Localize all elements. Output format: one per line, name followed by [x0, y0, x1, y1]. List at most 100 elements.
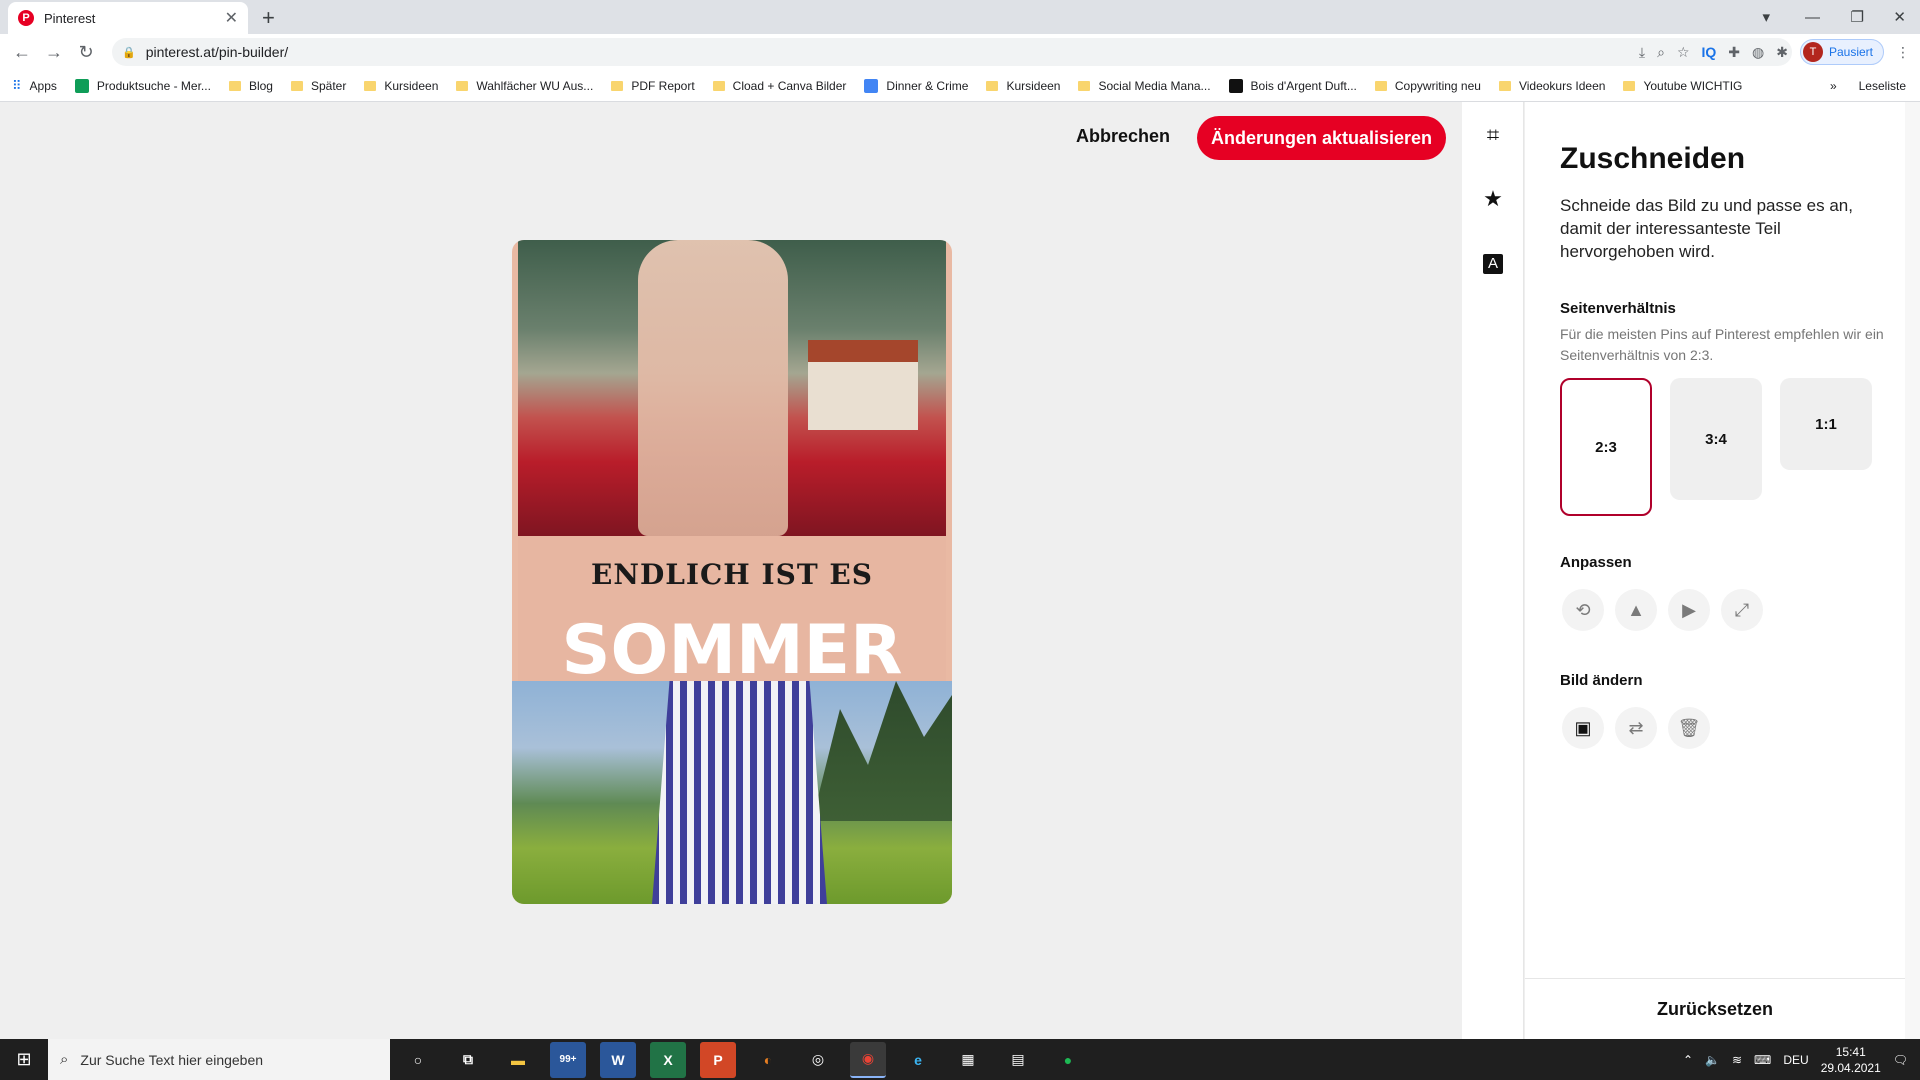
spotify-icon[interactable]: ● — [1050, 1042, 1086, 1078]
bookmark-item[interactable]: Bois d'Argent Duft... — [1228, 78, 1357, 93]
apps-grid-icon: ⠿ — [12, 77, 22, 93]
bookmark-item[interactable]: Blog — [228, 79, 273, 93]
bookmark-item[interactable]: Dinner & Crime — [864, 78, 968, 93]
windows-start-icon[interactable]: ⊞ — [0, 1039, 48, 1080]
page-scrollbar[interactable] — [1905, 102, 1920, 1039]
language-indicator[interactable]: DEU — [1783, 1053, 1808, 1067]
chrome-icon[interactable]: ◉ — [850, 1041, 886, 1078]
replace-image-icon[interactable]: ⇄ — [1615, 707, 1657, 749]
bookmark-item[interactable]: Copywriting neu — [1374, 79, 1481, 93]
bookmark-label: Produktsuche - Mer... — [96, 78, 211, 93]
extension-adblock-icon[interactable]: ◍ — [1752, 44, 1764, 61]
ratio-1-1-button[interactable]: 1:1 — [1780, 378, 1872, 470]
bookmark-item[interactable]: Cload + Canva Bilder — [712, 79, 846, 93]
bookmark-label: Social Media Mana... — [1098, 78, 1211, 93]
menu-kebab-icon[interactable]: ⋮ — [1896, 44, 1910, 61]
mail-icon[interactable]: 99+ — [550, 1041, 586, 1078]
update-changes-button[interactable]: Änderungen aktualisieren — [1197, 116, 1447, 160]
url-text: pinterest.at/pin-builder/ — [145, 44, 289, 60]
tab-search-icon[interactable]: ▾ — [1762, 0, 1770, 34]
expand-icon[interactable]: ⤢ — [1721, 589, 1763, 631]
crop-icon[interactable]: ⌗ — [1462, 122, 1524, 148]
flip-vertical-icon[interactable]: ▲ — [1615, 589, 1657, 631]
star-icon[interactable]: ★ — [1462, 186, 1524, 212]
keyboard-icon[interactable]: ⌨ — [1754, 1053, 1771, 1067]
cortana-icon[interactable]: ○ — [400, 1042, 436, 1078]
rotate-icon[interactable]: ⟲ — [1562, 589, 1604, 631]
cancel-button[interactable]: Abbrechen — [1066, 116, 1180, 156]
window-close-icon[interactable]: ✕ — [1893, 0, 1906, 34]
bookmark-item[interactable]: Wahlfächer WU Aus... — [456, 79, 593, 93]
app-icon[interactable]: ▦ — [950, 1042, 986, 1078]
install-icon[interactable]: ⤓ — [1639, 44, 1645, 61]
pin-image-preview[interactable]: ENDLICH IST ES SOMMER — [512, 240, 952, 904]
obs-icon[interactable]: ◎ — [800, 1042, 836, 1078]
folder-icon — [1078, 80, 1091, 91]
browser-tab-pinterest[interactable]: P Pinterest ✕ — [8, 2, 248, 34]
pin-builder-page: Abbrechen Änderungen aktualisieren ENDLI… — [0, 102, 1920, 1039]
bookmark-site-icon — [74, 78, 89, 93]
windows-taskbar: ⊞ ⌕ Zur Suche Text hier eingeben ○ ⧉ ▬ 9… — [0, 1039, 1920, 1080]
folder-icon — [364, 80, 377, 91]
pin-subtitle: ENDLICH IST ES — [591, 558, 873, 591]
bookmark-item[interactable]: Später — [290, 79, 346, 93]
back-icon[interactable]: ← — [6, 42, 38, 63]
taskbar-search-input[interactable]: ⌕ Zur Suche Text hier eingeben — [48, 1039, 390, 1080]
clock[interactable]: 15:41 29.04.2021 — [1821, 1044, 1881, 1076]
folder-icon — [1374, 80, 1387, 91]
panel-footer: Zurücksetzen — [1525, 978, 1905, 1039]
pinterest-favicon-icon: P — [18, 10, 34, 26]
bookmark-item[interactable]: Kursideen — [364, 79, 438, 93]
bookmark-item[interactable]: Youtube WICHTIG — [1623, 79, 1742, 93]
excel-icon[interactable]: X — [650, 1041, 686, 1078]
bookmark-item[interactable]: Social Media Mana... — [1078, 78, 1211, 93]
bookmark-item[interactable]: Videokurs Ideen — [1498, 79, 1605, 93]
powerpoint-icon[interactable]: P — [700, 1041, 736, 1078]
notification-icon[interactable]: 🗨 — [1893, 1053, 1908, 1067]
bookmark-item[interactable]: ⠿ Apps — [12, 78, 57, 94]
pin-photo-top — [518, 240, 946, 536]
notepad-icon[interactable]: ▤ — [1000, 1042, 1036, 1078]
more-bookmarks-icon[interactable]: » — [1830, 79, 1837, 93]
extension-icon[interactable]: ✚ — [1728, 44, 1740, 61]
profile-button[interactable]: T Pausiert — [1799, 39, 1884, 65]
image-icon[interactable]: ▣ — [1562, 707, 1604, 749]
clock-time: 15:41 — [1835, 1044, 1866, 1059]
task-view-icon[interactable]: ⧉ — [450, 1042, 486, 1078]
forward-icon[interactable]: → — [38, 42, 70, 63]
close-tab-icon[interactable]: ✕ — [225, 8, 238, 28]
bookmark-item[interactable]: Kursideen — [986, 79, 1060, 93]
reload-icon[interactable]: ↻ — [70, 42, 102, 63]
wifi-icon[interactable]: ≋ — [1732, 1053, 1742, 1067]
volume-icon[interactable]: 🔈 — [1705, 1053, 1720, 1067]
reset-button[interactable]: Zurücksetzen — [1657, 999, 1773, 1020]
app-icon[interactable]: ◐ — [750, 1042, 786, 1078]
trash-icon[interactable]: 🗑 — [1668, 707, 1710, 749]
edge-icon[interactable]: e — [900, 1042, 936, 1078]
zoom-icon[interactable]: ⌕ — [1657, 44, 1665, 61]
crop-panel: Zuschneiden Schneide das Bild zu und pas… — [1525, 102, 1905, 1039]
ratio-3-4-button[interactable]: 3:4 — [1670, 378, 1762, 500]
minimize-icon[interactable]: — — [1805, 0, 1820, 34]
text-icon[interactable]: A — [1462, 248, 1524, 274]
bookmark-star-icon[interactable]: ☆ — [1677, 44, 1690, 61]
new-tab-button[interactable]: + — [262, 5, 275, 31]
flip-horizontal-icon[interactable]: ▶ — [1668, 589, 1710, 631]
tray-chevron-icon[interactable]: ⌃ — [1683, 1053, 1693, 1067]
file-explorer-icon[interactable]: ▬ — [500, 1042, 536, 1078]
extension-iq-icon[interactable]: IQ — [1702, 44, 1717, 60]
ratio-2-3-button[interactable]: 2:3 — [1560, 378, 1652, 516]
pin-text-band: ENDLICH IST ES SOMMER — [518, 536, 946, 681]
bookmark-item[interactable]: Produktsuche - Mer... — [74, 78, 211, 93]
pin-house — [808, 340, 918, 430]
address-bar[interactable]: 🔒 pinterest.at/pin-builder/ — [112, 38, 1792, 66]
bookmark-item[interactable]: PDF Report — [611, 79, 695, 93]
pin-striped-dress — [652, 681, 827, 904]
mail-badge: 99+ — [559, 1054, 577, 1065]
restore-icon[interactable]: ❐ — [1851, 0, 1864, 34]
word-icon[interactable]: W — [600, 1041, 636, 1078]
extensions-puzzle-icon[interactable]: ✱ — [1776, 44, 1788, 61]
reading-list-button[interactable]: Leseliste — [1859, 79, 1906, 93]
bookmark-label: Bois d'Argent Duft... — [1250, 78, 1357, 93]
change-image-heading: Bild ändern — [1560, 672, 1643, 689]
